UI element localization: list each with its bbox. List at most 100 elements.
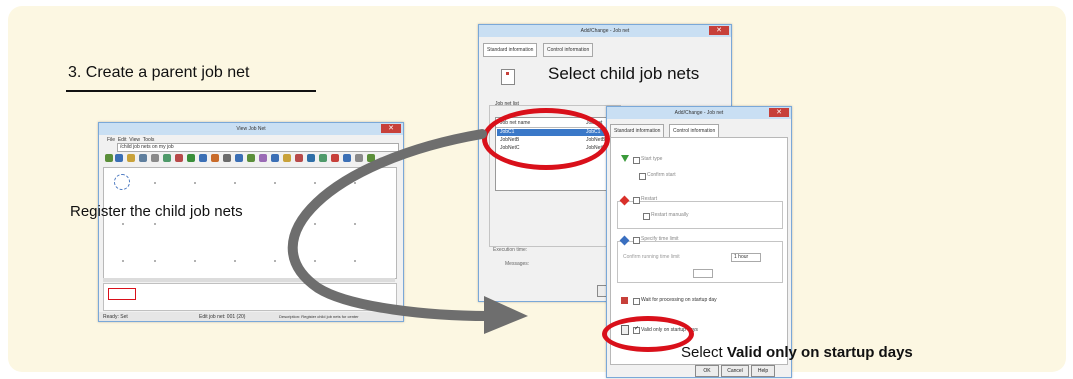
job-net-window: View Job Net ✕ File Edit View Tools /chi… (98, 122, 404, 322)
register-caption: Register the child job nets (70, 203, 243, 220)
tab-standard-label: Standard information (614, 128, 661, 134)
running-limit-label: Confirm running time limit (623, 254, 680, 260)
help-label: Help (757, 368, 769, 374)
cancel-label: Cancel (727, 368, 743, 374)
time-limit-checkbox[interactable] (633, 237, 640, 244)
restart-label: Restart (641, 196, 658, 202)
help-button[interactable]: Help (751, 365, 775, 377)
status-right: Description: Register child job nets for… (279, 314, 359, 319)
start-type-icon (621, 155, 629, 162)
grid-dot (122, 223, 124, 225)
selected-item-box[interactable] (108, 288, 136, 300)
grid-dot (314, 260, 316, 262)
running-limit-select[interactable]: 1 hour (731, 253, 761, 262)
window-titlebar: View Job Net (99, 123, 403, 135)
control-dialog-close-button[interactable]: ✕ (769, 108, 789, 117)
tab-control-information[interactable]: Control information (669, 124, 720, 138)
restart-checkbox[interactable] (633, 197, 640, 204)
tool-icon[interactable] (199, 154, 207, 162)
tab-control-information[interactable]: Control information (543, 43, 594, 57)
valid-caption-suffix: only on startup days (761, 344, 913, 361)
control-dialog-titlebar: Add/Change - Job net (607, 107, 791, 119)
execution-time-label: Execution time: (493, 247, 528, 253)
tool-icon[interactable] (295, 154, 303, 162)
tool-icon[interactable] (139, 154, 147, 162)
menu-file[interactable]: File (107, 137, 115, 143)
control-dialog-title: Add/Change - Job net (674, 110, 724, 116)
tool-icon[interactable] (163, 154, 171, 162)
grid-dot (274, 182, 276, 184)
dialog-close-button[interactable]: ✕ (709, 26, 729, 35)
status-mid: Edit job net: 001 (20) (199, 314, 246, 320)
job-net-canvas[interactable] (103, 167, 397, 279)
step-title: 3. Create a parent job net (68, 64, 250, 81)
tool-icon[interactable] (247, 154, 255, 162)
tool-icon[interactable] (187, 154, 195, 162)
tool-icon[interactable] (211, 154, 219, 162)
grid-dot (234, 260, 236, 262)
confirm-start-checkbox[interactable] (639, 173, 646, 180)
window-title: View Job Net (236, 126, 266, 132)
tool-icon[interactable] (259, 154, 267, 162)
tool-icon[interactable] (271, 154, 279, 162)
valid-caption-prefix: Select (681, 344, 727, 361)
restart-manual-checkbox[interactable] (643, 213, 650, 220)
dialog-title: Add/Change - Job net (580, 28, 630, 34)
grid-dot (274, 260, 276, 262)
job-net-list-highlight (482, 108, 610, 170)
tool-icon[interactable] (355, 154, 363, 162)
tool-icon[interactable] (343, 154, 351, 162)
tool-icon[interactable] (283, 154, 291, 162)
grid-dot (154, 260, 156, 262)
detail-pane (103, 283, 397, 311)
grid-dot (314, 182, 316, 184)
tool-icon[interactable] (175, 154, 183, 162)
tool-icon[interactable] (127, 154, 135, 162)
interval-spinner[interactable] (693, 269, 713, 278)
tab-standard-information[interactable]: Standard information (483, 43, 538, 57)
grid-dot (354, 182, 356, 184)
tab-control-label: Control information (673, 128, 716, 134)
tool-icon[interactable] (307, 154, 315, 162)
dialog-titlebar: Add/Change - Job net (479, 25, 731, 37)
tool-icon[interactable] (367, 154, 375, 162)
grid-dot (354, 260, 356, 262)
ok-button[interactable]: OK (695, 365, 719, 377)
valid-caption: Select Valid only on startup days (681, 344, 913, 361)
grid-dot (194, 260, 196, 262)
grid-dot (234, 182, 236, 184)
tool-icon[interactable] (331, 154, 339, 162)
status-left: Ready: Set (103, 314, 128, 320)
tool-icon[interactable] (115, 154, 123, 162)
start-type-label: Start type (641, 156, 663, 162)
tab-standard-information[interactable]: Standard information (610, 124, 665, 138)
tab-standard-label: Standard information (487, 47, 534, 53)
wait-checkbox[interactable] (633, 298, 640, 305)
select-child-caption: Select child job nets (548, 64, 700, 83)
tool-icon[interactable] (319, 154, 327, 162)
valid-caption-bold: Valid (726, 344, 762, 361)
grid-dot (154, 182, 156, 184)
start-type-checkbox[interactable] (633, 157, 640, 164)
tool-icon[interactable] (235, 154, 243, 162)
running-limit-value: 1 hour (734, 254, 749, 260)
horizontal-scrollbar[interactable] (103, 278, 395, 282)
cancel-button[interactable]: Cancel (721, 365, 749, 377)
path-text: /child job nets on my job (120, 144, 174, 150)
wait-label: Wait for processing on startup day (641, 297, 717, 303)
title-underline (66, 90, 316, 92)
close-button[interactable]: ✕ (381, 124, 401, 133)
restart-group (617, 201, 783, 229)
grid-dot (314, 223, 316, 225)
status-bar: Ready: Set Edit job net: 001 (20) Descri… (99, 312, 403, 321)
confirm-start-label: Confirm start (647, 172, 676, 178)
job-icon-dashed[interactable] (114, 174, 130, 190)
tool-icon[interactable] (151, 154, 159, 162)
tool-icon[interactable] (223, 154, 231, 162)
grid-dot (354, 223, 356, 225)
grid-dot (194, 182, 196, 184)
tool-icon[interactable] (105, 154, 113, 162)
tab-control-label: Control information (547, 47, 590, 53)
messages-label: Messages: (505, 261, 530, 267)
path-field[interactable]: /child job nets on my job (117, 143, 399, 152)
